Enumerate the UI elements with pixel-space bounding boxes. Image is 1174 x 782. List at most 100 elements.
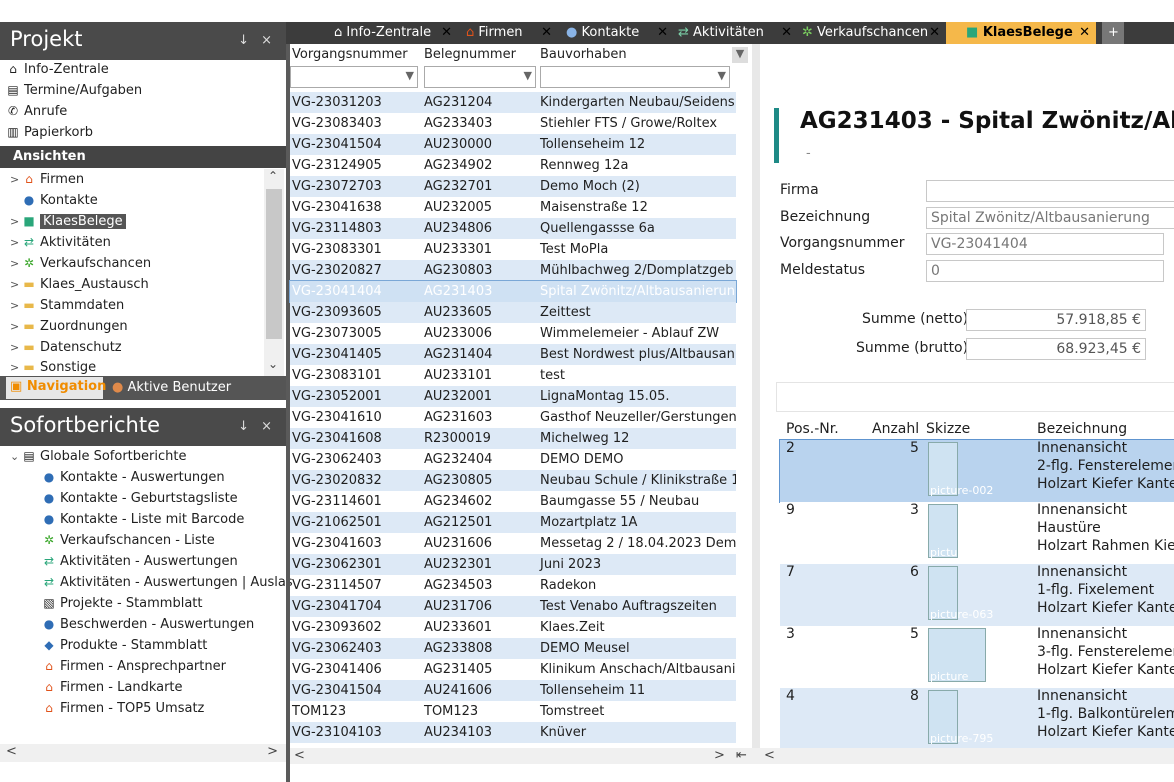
view-item-kontakte[interactable]: ● Kontakte [22,190,98,211]
reports-hscrollbar[interactable]: < > [0,744,286,762]
report-item[interactable]: ▧ Projekte - Stammblatt [42,593,202,614]
view-item-datenschutz[interactable]: > ▬ Datenschutz [10,337,122,358]
table-row[interactable]: VG-23020827 AG230803 Mühlbachweg 2/Domplat… [290,260,736,281]
pos-col-skizze[interactable]: Skizze [926,421,970,437]
tab-info-zentrale[interactable]: ⌂ Info-Zentrale ✕ [314,22,458,44]
filter-bauvorhaben[interactable]: ▼ [540,66,730,88]
chevron-right-icon[interactable]: > [10,211,22,232]
chevron-right-icon[interactable]: > [10,337,22,358]
scroll-thumb[interactable] [266,189,282,339]
pos-col-posnr[interactable]: Pos.-Nr. [786,421,839,437]
report-item[interactable]: ● Kontakte - Auswertungen [42,467,225,488]
report-item[interactable]: ⌂ Firmen - Ansprechpartner [42,656,226,677]
tab-kontakte[interactable]: ● Kontakte ✕ [546,22,674,44]
chevron-right-icon[interactable]: > [10,316,22,337]
chevron-right-icon[interactable]: > [714,748,725,763]
grid-hscrollbar[interactable]: < > ⇤ [290,748,760,764]
table-row[interactable]: VG-23020832 AG230805 Neubau Schule / Klini… [290,470,736,491]
position-row[interactable]: 3 5 picture Innenansicht 3-flg. Fenstereleme… [780,626,1174,688]
chevron-right-icon[interactable]: > [10,295,22,316]
close-icon[interactable]: ✕ [929,22,940,44]
table-row[interactable]: TOM123 TOM123 Tomstreet [290,701,736,722]
pos-col-anzahl[interactable]: Anzahl [872,421,919,437]
grid-scrollbar[interactable] [752,44,760,748]
vorgangsnummer-field[interactable]: VG-23041404 [926,233,1164,255]
chevron-right-icon[interactable]: > [10,274,22,295]
table-row[interactable]: VG-23093605 AU233605 Zeittest [290,302,736,323]
sum-netto-field[interactable]: 57.918,85 € [966,309,1146,331]
tab-navigation[interactable]: ▣ Navigation [6,377,106,399]
table-row[interactable]: VG-23041638 AU232005 Maisenstraße 12 [290,197,736,218]
table-row[interactable]: VG-23073005 AU233006 Wimmelemeier - Ablauf… [290,323,736,344]
table-row[interactable]: VG-23114507 AG234503 Radekon [290,575,736,596]
bezeichnung-field[interactable]: Spital Zwönitz/Altbausanierung [926,207,1174,229]
nav-item-anrufe[interactable]: ✆ Anrufe [6,101,67,122]
report-item[interactable]: ✲ Verkaufschancen - Liste [42,530,215,551]
sum-brutto-field[interactable]: 68.923,45 € [966,338,1146,360]
view-item-klaesbelege[interactable]: > ■ KlaesBelege [10,211,126,232]
table-row[interactable]: VG-23052001 AU232001 LignaMontag 15.05. [290,386,736,407]
tab-klaesbelege[interactable]: ■ KlaesBelege ✕ [946,22,1096,44]
chevron-down-icon[interactable]: ⌄ [10,446,22,467]
chevron-right-icon[interactable]: > [10,253,22,274]
table-row[interactable]: VG-23072703 AG232701 Demo Moch (2) [290,176,736,197]
chevron-right-icon[interactable]: > [10,232,22,253]
report-item[interactable]: ● Beschwerden - Auswertungen [42,614,254,635]
chevron-right-icon[interactable]: > [10,169,22,190]
table-row[interactable]: VG-23083403 AG233403 Stiehler FTS / Growe/… [290,113,736,134]
col-header-vorgangsnummer[interactable]: Vorgangsnummer [292,44,408,66]
view-item-firmen[interactable]: > ⌂ Firmen [10,169,84,190]
table-row[interactable]: VG-23124905 AG234902 Rennweg 12a [290,155,736,176]
nav-item-termine[interactable]: ▤ Termine/Aufgaben [6,80,142,101]
chevron-left-icon[interactable]: < [764,748,775,763]
table-row[interactable]: VG-23041608 R2300019 Michelweg 12 [290,428,736,449]
table-row[interactable]: VG-23062403 AG233808 DEMO Meusel [290,638,736,659]
chevron-up-icon[interactable]: ⌃ [268,169,278,183]
view-item-sonstige[interactable]: > ▬ Sonstige [10,357,96,378]
table-row[interactable]: VG-23062301 AU232301 Juni 2023 [290,554,736,575]
view-item-zuordnungen[interactable]: > ▬ Zuordnungen [10,316,128,337]
table-row[interactable]: VG-23093602 AU233601 Klaes.Zeit [290,617,736,638]
chevron-right-icon[interactable]: > [267,744,278,759]
pos-col-bezeichnung[interactable]: Bezeichnung [1037,421,1127,437]
report-item[interactable]: ◆ Produkte - Stammblatt [42,635,207,656]
pin-close-icons[interactable]: ↓ × [238,419,276,434]
table-row[interactable]: VG-23041603 AU231606 Messetag 2 / 18.04.20… [290,533,736,554]
views-scrollbar[interactable]: ⌃ ⌄ [264,169,284,376]
filter-vorgangsnummer[interactable]: ▼ [290,66,418,88]
chevron-left-icon[interactable]: < [6,744,17,759]
table-row[interactable]: VG-23031203 AG231204 Kindergarten Neubau/S… [290,92,736,113]
table-row[interactable]: VG-23041404 AG231403 Spital Zwönitz/Altbau… [289,280,737,303]
view-item-klaes-austausch[interactable]: > ▬ Klaes_Austausch [10,274,149,295]
position-row[interactable]: 7 6 picture-063 Innenansicht 1-flg. Fixeleme… [780,564,1174,626]
new-tab-button[interactable]: + [1102,22,1124,44]
table-row[interactable]: VG-23114803 AU234806 Quellengassse 6a [290,218,736,239]
view-item-aktivitaeten[interactable]: > ⇄ Aktivitäten [10,232,111,253]
table-row[interactable]: VG-23104103 AU234103 Knüver [290,722,736,743]
tab-aktivitaeten[interactable]: ⇄ Aktivitäten ✕ [658,22,798,44]
col-header-bauvorhaben[interactable]: Bauvorhaben [540,44,627,66]
filter-icon[interactable]: ▼ [406,69,414,82]
tab-aktive-benutzer[interactable]: ● Aktive Benutzer [112,380,231,395]
meldestatus-field[interactable]: 0 [926,260,1164,282]
report-item[interactable]: ● Kontakte - Liste mit Barcode [42,509,245,530]
position-row[interactable]: 9 3 picture Innenansicht Haustüre Holzart Rah… [780,502,1174,564]
report-item[interactable]: ⇄ Aktivitäten - Auswertungen | Auslas [42,572,293,593]
pin-close-icons[interactable]: ↓ × [238,33,276,48]
close-icon[interactable]: ✕ [1079,22,1090,44]
col-header-belegnummer[interactable]: Belegnummer [424,44,516,66]
table-row[interactable]: VG-23041704 AU231706 Test Venabo Auftragsz… [290,596,736,617]
table-row[interactable]: VG-23041610 AG231603 Gasthof Neuzeller/Ger… [290,407,736,428]
table-row[interactable]: VG-21062501 AG212501 Mozartplatz 1A [290,512,736,533]
report-item[interactable]: ● Kontakte - Geburtstagsliste [42,488,238,509]
report-item[interactable]: ⇄ Aktivitäten - Auswertungen [42,551,238,572]
report-item[interactable]: ⌂ Firmen - Landkarte [42,677,182,698]
view-item-stammdaten[interactable]: > ▬ Stammdaten [10,295,124,316]
view-item-verkaufschancen[interactable]: > ✲ Verkaufschancen [10,253,151,274]
nav-item-papierkorb[interactable]: ▥ Papierkorb [6,122,93,143]
chevron-left-icon[interactable]: < [294,748,305,763]
filter-icon[interactable]: ▼ [718,69,726,82]
report-item[interactable]: ⌂ Firmen - TOP5 Umsatz [42,698,204,719]
position-row[interactable]: 2 5 picture-002 Innenansicht 2-flg. Fenstere… [779,439,1174,503]
tab-verkaufschancen[interactable]: ✲ Verkaufschancen ✕ [782,22,946,44]
